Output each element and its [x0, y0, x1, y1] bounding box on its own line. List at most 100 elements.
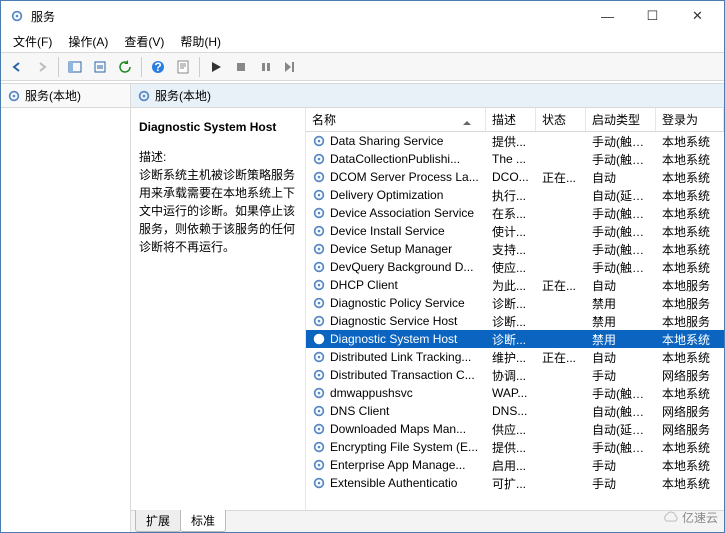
service-row[interactable]: DNS ClientDNS...自动(触发...网络服务 — [306, 402, 724, 420]
pause-service-button[interactable] — [254, 55, 278, 79]
show-hide-tree-button[interactable] — [63, 55, 87, 79]
service-name: Extensible Authenticatio — [330, 476, 457, 490]
tab-standard[interactable]: 标准 — [180, 510, 226, 532]
stop-service-button[interactable] — [229, 55, 253, 79]
tab-extended[interactable]: 扩展 — [135, 510, 181, 532]
service-row[interactable]: Device Association Service在系...手动(触发...本… — [306, 204, 724, 222]
service-name: dmwappushsvc — [330, 386, 413, 400]
menu-help[interactable]: 帮助(H) — [172, 31, 229, 52]
service-name: Delivery Optimization — [330, 188, 443, 202]
service-logon: 本地系统 — [662, 189, 710, 203]
service-name: Distributed Link Tracking... — [330, 350, 471, 364]
gear-icon — [312, 224, 326, 238]
service-desc: 供应... — [492, 423, 526, 437]
service-name: Encrypting File System (E... — [330, 440, 478, 454]
service-row[interactable]: Device Setup Manager支持...手动(触发...本地系统 — [306, 240, 724, 258]
service-desc: 执行... — [492, 189, 526, 203]
service-logon: 本地系统 — [662, 441, 710, 455]
gear-icon — [137, 89, 151, 103]
col-logon[interactable]: 登录为 — [656, 108, 724, 131]
gear-icon — [312, 170, 326, 184]
service-name: DevQuery Background D... — [330, 260, 473, 274]
service-startup: 自动 — [592, 279, 616, 293]
menu-view[interactable]: 查看(V) — [116, 31, 172, 52]
service-row[interactable]: DataCollectionPublishi...The ...手动(触发...… — [306, 150, 724, 168]
service-logon: 本地系统 — [662, 207, 710, 221]
service-row[interactable]: Downloaded Maps Man...供应...自动(延迟...网络服务 — [306, 420, 724, 438]
service-row[interactable]: Diagnostic Policy Service诊断...禁用本地服务 — [306, 294, 724, 312]
service-status: 正在... — [542, 351, 576, 365]
close-button[interactable]: ✕ — [675, 1, 720, 31]
gear-icon — [312, 152, 326, 166]
window-title: 服务 — [31, 8, 585, 25]
gear-icon — [312, 242, 326, 256]
gear-icon — [7, 89, 21, 103]
service-logon: 本地系统 — [662, 387, 710, 401]
col-desc[interactable]: 描述 — [486, 108, 536, 131]
service-startup: 手动(触发... — [592, 387, 654, 401]
properties-button[interactable] — [171, 55, 195, 79]
toolbar: ? — [1, 53, 724, 81]
back-button[interactable] — [5, 55, 29, 79]
col-name[interactable]: 名称 — [306, 108, 486, 131]
service-row[interactable]: Diagnostic Service Host诊断...禁用本地服务 — [306, 312, 724, 330]
service-name: DHCP Client — [330, 278, 398, 292]
service-row[interactable]: DevQuery Background D...使应...手动(触发...本地系… — [306, 258, 724, 276]
service-row[interactable]: Diagnostic System Host诊断...禁用本地系统 — [306, 330, 724, 348]
header-bar: 服务(本地) — [131, 84, 724, 108]
gear-icon — [312, 332, 326, 346]
left-pane: 服务(本地) — [1, 84, 131, 532]
service-startup: 自动(触发... — [592, 405, 654, 419]
refresh-button[interactable] — [113, 55, 137, 79]
maximize-button[interactable]: ☐ — [630, 1, 675, 31]
col-status[interactable]: 状态 — [536, 108, 586, 131]
service-row[interactable]: DCOM Server Process La...DCO...正在...自动本地… — [306, 168, 724, 186]
service-logon: 本地服务 — [662, 315, 710, 329]
service-row[interactable]: Distributed Link Tracking...维护...正在...自动… — [306, 348, 724, 366]
service-row[interactable]: DHCP Client为此...正在...自动本地服务 — [306, 276, 724, 294]
service-name: Diagnostic Policy Service — [330, 296, 465, 310]
service-logon: 本地系统 — [662, 261, 710, 275]
description-text: 诊断系统主机被诊断策略服务用来承载需要在本地系统上下文中运行的诊断。如果停止该服… — [139, 166, 297, 256]
service-row[interactable]: dmwappushsvcWAP...手动(触发...本地系统 — [306, 384, 724, 402]
gear-icon — [312, 458, 326, 472]
service-row[interactable]: Delivery Optimization执行...自动(延迟...本地系统 — [306, 186, 724, 204]
tree-root[interactable]: 服务(本地) — [1, 84, 130, 108]
service-desc: 提供... — [492, 441, 526, 455]
gear-icon — [312, 188, 326, 202]
col-startup[interactable]: 启动类型 — [586, 108, 656, 131]
selected-service-name: Diagnostic System Host — [139, 118, 297, 136]
forward-button[interactable] — [30, 55, 54, 79]
gear-icon — [312, 422, 326, 436]
service-logon: 本地系统 — [662, 333, 710, 347]
minimize-button[interactable]: — — [585, 1, 630, 31]
service-name: DCOM Server Process La... — [330, 170, 479, 184]
service-row[interactable]: Enterprise App Manage...启用...手动本地系统 — [306, 456, 724, 474]
help-button[interactable]: ? — [146, 55, 170, 79]
service-row[interactable]: Encrypting File System (E... 提供... 手动(触发..… — [306, 438, 724, 456]
start-service-button[interactable] — [204, 55, 228, 79]
service-row[interactable]: Data Sharing Service提供...手动(触发...本地系统 — [306, 132, 724, 150]
menubar: 文件(F) 操作(A) 查看(V) 帮助(H) — [1, 31, 724, 53]
gear-icon — [312, 278, 326, 292]
description-label: 描述: — [139, 148, 297, 166]
service-row[interactable]: Extensible Authenticatio可扩...手动本地系统 — [306, 474, 724, 492]
gear-icon — [312, 404, 326, 418]
service-desc: 可扩... — [492, 477, 526, 491]
service-logon: 本地系统 — [662, 459, 710, 473]
list-pane: 名称 描述 状态 启动类型 登录为 Data Sharing Service提供… — [306, 108, 724, 510]
menu-action[interactable]: 操作(A) — [60, 31, 116, 52]
service-row[interactable]: Distributed Transaction C...协调...手动网络服务 — [306, 366, 724, 384]
service-logon: 本地系统 — [662, 243, 710, 257]
menu-file[interactable]: 文件(F) — [5, 31, 60, 52]
service-logon: 本地系统 — [662, 153, 710, 167]
service-desc: 为此... — [492, 279, 526, 293]
restart-service-button[interactable] — [279, 55, 303, 79]
service-row[interactable]: Device Install Service使计...手动(触发...本地系统 — [306, 222, 724, 240]
service-startup: 手动(触发... — [592, 441, 654, 455]
export-button[interactable] — [88, 55, 112, 79]
service-name: Downloaded Maps Man... — [330, 422, 466, 436]
service-rows: Data Sharing Service提供...手动(触发...本地系统 Da… — [306, 132, 724, 510]
service-desc: DCO... — [492, 170, 529, 184]
service-startup: 手动 — [592, 477, 616, 491]
